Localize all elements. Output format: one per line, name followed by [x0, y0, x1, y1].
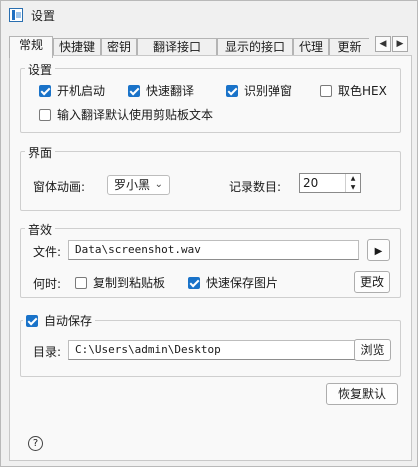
- directory-label: 目录:: [33, 345, 62, 359]
- chevron-right-icon[interactable]: ▶: [392, 36, 408, 52]
- quick-translate-checkbox[interactable]: 快速翻译: [128, 82, 194, 99]
- tab-shown-api[interactable]: 显示的接口: [217, 38, 293, 56]
- restore-defaults-button[interactable]: 恢复默认: [326, 383, 398, 405]
- change-button[interactable]: 更改: [354, 271, 390, 293]
- animation-select[interactable]: 罗小黑 ⌄: [107, 175, 170, 195]
- tab-translate-api[interactable]: 翻译接口: [137, 38, 217, 56]
- checkbox-mark: [39, 84, 51, 97]
- sound-group: 音效 文件: Data\screenshot.wav ▶ 何时: 复制到粘贴板 …: [20, 221, 401, 298]
- sound-file-input[interactable]: Data\screenshot.wav: [68, 240, 359, 260]
- tab-scroll: ◀ ▶: [375, 36, 409, 52]
- autosave-checkbox[interactable]: 自动保存: [23, 312, 96, 329]
- browse-button[interactable]: 浏览: [354, 339, 391, 361]
- tab-hotkeys[interactable]: 快捷键: [53, 38, 101, 56]
- interface-group-legend: 界面: [25, 144, 56, 161]
- tab-proxy[interactable]: 代理: [293, 38, 329, 56]
- tab-strip: 常规 快捷键 密钥 翻译接口 显示的接口 代理 更新: [9, 36, 369, 58]
- when-label: 何时:: [33, 277, 62, 291]
- tab-keys[interactable]: 密钥: [101, 38, 137, 56]
- startup-checkbox[interactable]: 开机启动: [39, 82, 105, 99]
- record-count-label: 记录数目:: [229, 180, 282, 194]
- sound-file-label: 文件:: [33, 245, 62, 259]
- quick-save-image-label: 快速保存图片: [206, 276, 279, 290]
- interface-group: 界面 窗体动画: 罗小黑 ⌄ 记录数目: 20 ▲ ▼: [20, 144, 401, 211]
- help-icon[interactable]: ?: [28, 436, 43, 451]
- autosave-group: 自动保存 目录: C:\Users\admin\Desktop 浏览: [20, 312, 401, 377]
- spinner-buttons: ▲ ▼: [345, 174, 360, 192]
- startup-label: 开机启动: [57, 84, 106, 98]
- app-icon: [9, 8, 23, 22]
- spinner-up-icon[interactable]: ▲: [346, 174, 360, 183]
- window-title: 设置: [31, 9, 56, 23]
- play-icon: ▶: [374, 246, 383, 257]
- record-count-value: 20: [303, 176, 319, 190]
- checkbox-mark: [39, 108, 51, 121]
- color-hex-label: 取色HEX: [338, 84, 387, 98]
- color-hex-checkbox[interactable]: 取色HEX: [320, 82, 387, 99]
- tab-general[interactable]: 常规: [9, 36, 53, 58]
- record-count-spinner[interactable]: 20 ▲ ▼: [299, 173, 361, 193]
- quick-translate-label: 快速翻译: [146, 84, 195, 98]
- animation-label: 窗体动画:: [33, 180, 86, 194]
- spinner-down-icon[interactable]: ▼: [346, 183, 360, 192]
- copy-clipboard-label: 复制到粘贴板: [93, 276, 166, 290]
- settings-group: 设置 开机启动 快速翻译 识别弹窗 取色HEX 输入翻译默认使用剪贴板文本: [20, 61, 401, 133]
- settings-group-legend: 设置: [25, 61, 56, 78]
- checkbox-mark: [188, 276, 200, 289]
- sound-group-legend: 音效: [25, 221, 56, 238]
- chevron-left-icon[interactable]: ◀: [375, 36, 391, 52]
- directory-input[interactable]: C:\Users\admin\Desktop: [68, 340, 358, 360]
- title-bar: 设置: [1, 1, 417, 31]
- checkbox-mark: [75, 276, 87, 289]
- play-sound-button[interactable]: ▶: [367, 239, 390, 261]
- ocr-popup-label: 识别弹窗: [244, 84, 293, 98]
- clipboard-input-checkbox[interactable]: 输入翻译默认使用剪贴板文本: [39, 106, 213, 123]
- ocr-popup-checkbox[interactable]: 识别弹窗: [226, 82, 292, 99]
- quick-save-image-checkbox[interactable]: 快速保存图片: [188, 274, 278, 291]
- animation-value: 罗小黑: [114, 178, 151, 192]
- copy-clipboard-checkbox[interactable]: 复制到粘贴板: [75, 274, 165, 291]
- general-panel: 设置 开机启动 快速翻译 识别弹窗 取色HEX 输入翻译默认使用剪贴板文本 界面…: [9, 55, 412, 461]
- tab-update[interactable]: 更新: [329, 38, 369, 56]
- autosave-label: 自动保存: [44, 314, 93, 328]
- checkbox-mark: [226, 84, 238, 97]
- checkbox-mark: [320, 84, 332, 97]
- checkbox-mark: [26, 314, 38, 327]
- checkbox-mark: [128, 84, 140, 97]
- chevron-down-icon: ⌄: [154, 179, 163, 190]
- clipboard-input-label: 输入翻译默认使用剪贴板文本: [57, 108, 214, 122]
- settings-window: 设置 常规 快捷键 密钥 翻译接口 显示的接口 代理 更新 ◀ ▶ 设置 开机启…: [0, 0, 418, 467]
